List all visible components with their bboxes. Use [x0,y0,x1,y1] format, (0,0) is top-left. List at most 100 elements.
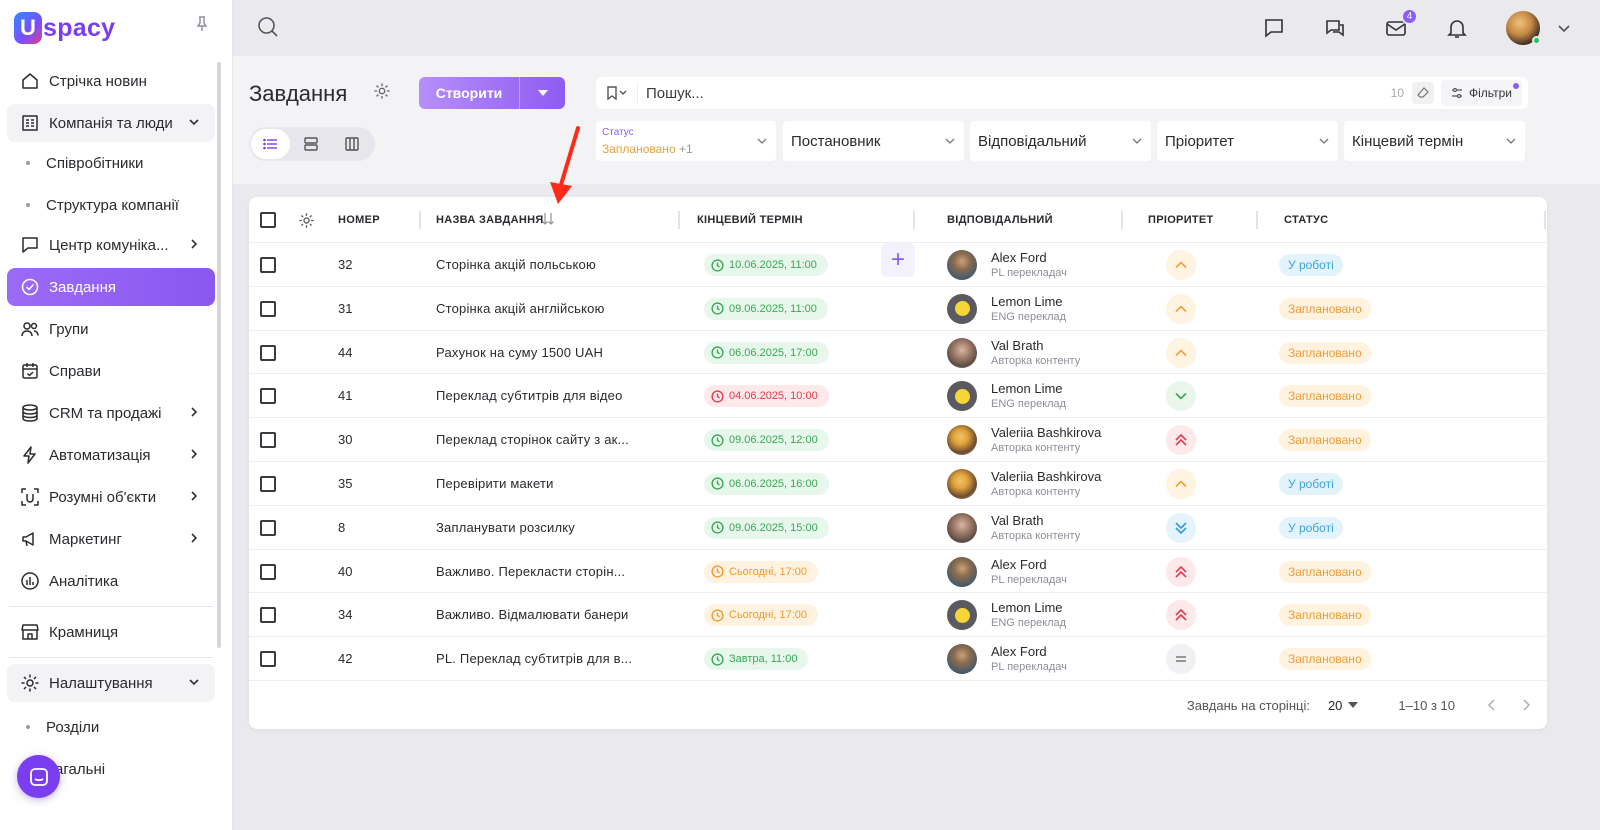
global-search-icon[interactable] [257,16,279,41]
row-checkbox[interactable] [260,651,276,668]
sidebar-item[interactable]: Справи [7,352,215,390]
sidebar-item[interactable]: Крамниця [7,613,215,651]
next-page-chevron-right-icon[interactable] [1515,699,1537,711]
column-deadline[interactable]: КІНЦЕВИЙ ТЕРМІН [697,214,803,226]
priority-high-double-chevron-up-icon[interactable] [1166,425,1196,456]
table-row[interactable]: 44 Рахунок на суму 1500 UAH 06.06.2025, 17… [249,331,1547,375]
filters-button[interactable]: Фільтри [1441,80,1522,106]
assignee-name[interactable]: Alex Ford [991,250,1067,265]
assignee-name[interactable]: Valeriia Bashkirova [991,425,1101,440]
column-settings-gear-icon[interactable] [298,212,315,232]
row-checkbox[interactable] [260,432,276,449]
task-name-link[interactable]: Сторінка акцій польською [436,257,596,272]
deadline-badge[interactable]: 04.06.2025, 10:00 [704,385,829,408]
deadline-badge[interactable]: 10.06.2025, 11:00 [704,254,828,276]
eraser-icon[interactable] [1412,82,1435,104]
assignee-name[interactable]: Val Brath [991,338,1080,353]
assignee-name[interactable]: Lemon Lime [991,294,1066,309]
list-view-icon[interactable] [251,129,290,159]
app-logo[interactable]: U spacy [14,10,115,46]
mail-icon[interactable]: 4 [1384,8,1418,40]
deadline-badge[interactable]: 09.06.2025, 12:00 [704,429,829,452]
row-checkbox[interactable] [260,475,276,492]
assignee-avatar[interactable] [947,337,977,368]
deadline-badge[interactable]: 06.06.2025, 16:00 [704,472,829,495]
pin-icon[interactable] [196,16,208,35]
chats-icon[interactable] [1323,16,1347,40]
column-status[interactable]: СТАТУС [1284,214,1328,226]
row-checkbox[interactable] [260,563,276,580]
sidebar-item[interactable]: Групи [7,310,215,348]
priority-medium-chevron-up-icon[interactable] [1166,293,1196,324]
table-row[interactable]: 30 Переклад сторінок сайту з ак... 09.06.2… [249,418,1547,462]
assignee-name[interactable]: Alex Ford [991,644,1067,659]
sidebar-subitem[interactable]: Структура компанії [7,184,215,226]
deadline-badge[interactable]: 06.06.2025, 17:00 [704,341,829,364]
select-all-checkbox[interactable] [260,212,276,228]
row-checkbox[interactable] [260,257,276,273]
assignee-avatar[interactable] [947,644,977,675]
column-assignee[interactable]: ВІДПОВІДАЛЬНИЙ [947,214,1053,226]
sidebar-item[interactable]: Аналітика [7,562,215,600]
sidebar-item[interactable]: Центр комуніка... [7,226,215,264]
priority-high-double-chevron-up-icon[interactable] [1166,600,1196,631]
task-name-link[interactable]: Переклад сторінок сайту з ак... [436,432,629,447]
sidebar-item[interactable]: Завдання [7,268,215,306]
row-checkbox[interactable] [260,607,276,624]
task-name-link[interactable]: Запланувати розсилку [436,520,575,535]
sidebar-item[interactable]: Автоматизація [7,436,215,474]
prev-page-chevron-left-icon[interactable] [1481,699,1503,711]
priority-low-chevron-down-icon[interactable] [1166,381,1196,412]
column-name[interactable]: НАЗВА ЗАВДАННЯ [436,214,544,226]
status-badge[interactable]: Заплановано [1279,604,1371,627]
deadline-badge[interactable]: 09.06.2025, 15:00 [704,516,829,539]
assignee-filter[interactable]: Відповідальний [970,121,1151,161]
support-chat-button[interactable] [17,755,60,798]
table-row[interactable]: 34 Важливо. Відмалювати банери Сьогодні, 1… [249,593,1547,638]
status-badge[interactable]: У роботі [1279,472,1343,495]
column-number[interactable]: НОМЕР [338,214,380,226]
assignee-avatar[interactable] [947,250,977,280]
task-name-link[interactable]: Переклад субтитрів для відео [436,388,623,403]
status-badge[interactable]: Заплановано [1279,560,1371,583]
sort-desc-icon[interactable] [541,212,555,229]
sidebar-item[interactable]: Розумні об'єкти [7,478,215,516]
priority-none-equals-icon[interactable] [1166,644,1196,675]
table-row[interactable]: 31 Сторінка акцій англійською 09.06.2025, … [249,287,1547,331]
row-checkbox[interactable] [260,388,276,405]
sidebar-item[interactable]: Стрічка новин [7,62,215,100]
assignee-avatar[interactable] [947,381,977,412]
priority-medium-chevron-up-icon[interactable] [1166,250,1196,280]
deadline-filter[interactable]: Кінцевий термін [1344,121,1525,161]
task-name-link[interactable]: Сторінка акцій англійською [436,301,605,316]
assignee-avatar[interactable] [947,600,977,631]
create-dropdown-caret-icon[interactable] [519,77,565,109]
user-avatar[interactable] [1506,11,1541,45]
sidebar-item[interactable]: Налаштування [7,664,215,702]
status-badge[interactable]: У роботі [1279,516,1343,539]
task-name-link[interactable]: PL. Переклад субтитрів для в... [436,651,632,666]
table-row[interactable]: 8 Запланувати розсилку 09.06.2025, 15:00 Va… [249,506,1547,550]
card-view-icon[interactable] [292,129,331,159]
sidebar-item[interactable]: Компанія та люди [7,104,215,142]
column-priority[interactable]: ПРІОРИТЕТ [1148,214,1214,226]
assignee-name[interactable]: Lemon Lime [991,381,1066,396]
status-badge[interactable]: Заплановано [1279,297,1371,320]
per-page-select[interactable]: 20 [1328,698,1359,713]
task-name-link[interactable]: Важливо. Перекласти сторін... [436,564,625,579]
gear-icon[interactable] [373,82,391,103]
sidebar-subitem[interactable]: Співробітники [7,142,215,184]
task-name-link[interactable]: Рахунок на суму 1500 UAH [436,345,603,360]
status-badge[interactable]: Заплановано [1279,648,1371,671]
deadline-badge[interactable]: Завтра, 11:00 [704,648,809,671]
priority-medium-chevron-up-icon[interactable] [1166,337,1196,368]
table-row[interactable]: 40 Важливо. Перекласти сторін... Сьогодні,… [249,550,1547,594]
table-row[interactable]: 42 PL. Переклад субтитрів для в... Завтра,… [249,637,1547,681]
assignee-avatar[interactable] [947,293,977,324]
sidebar-item[interactable]: Маркетинг [7,520,215,558]
assignee-avatar[interactable] [947,556,977,587]
search-input[interactable] [638,84,1391,102]
status-badge[interactable]: У роботі [1279,254,1343,276]
table-row[interactable]: 35 Перевірити макети 06.06.2025, 16:00 Vale… [249,462,1547,506]
priority-medium-chevron-up-icon[interactable] [1166,468,1196,499]
